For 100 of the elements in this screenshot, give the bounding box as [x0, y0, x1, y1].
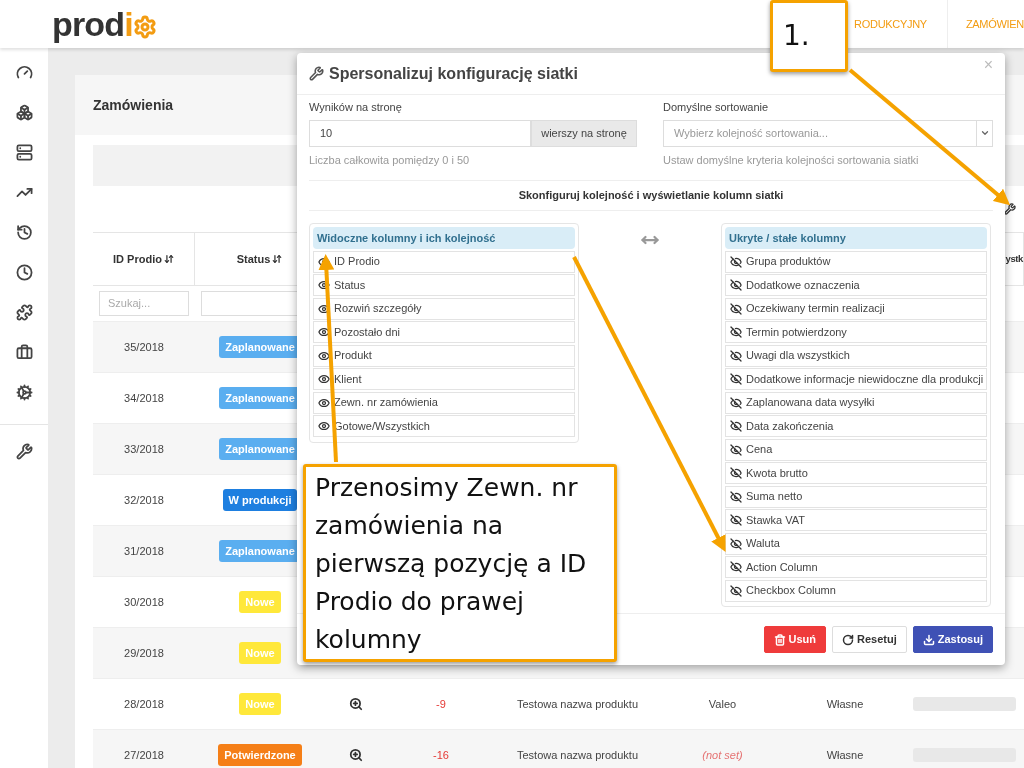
status-badge: Nowe — [239, 641, 281, 665]
dialog-button[interactable]: Usuń — [763, 626, 826, 653]
column-item[interactable]: Data zakończenia — [725, 415, 987, 437]
column-label: Grupa produktów — [746, 254, 831, 270]
column-item[interactable]: Dodatkowe oznaczenia — [725, 274, 987, 296]
dialog-button[interactable]: Resetuj — [832, 626, 907, 653]
step-callout: 1. — [770, 0, 848, 72]
column-label: Oczekiwany termin realizacji — [746, 301, 885, 317]
table-cell-text: 32/2018 — [124, 492, 164, 508]
table-cell-text: Własne — [826, 747, 864, 763]
column-label: Zaplanowana data wysyłki — [746, 395, 875, 411]
column-label: Produkt — [334, 348, 372, 364]
table-cell-text: 31/2018 — [124, 543, 164, 559]
wrench-icon[interactable] — [15, 443, 33, 460]
zoom-icon[interactable] — [349, 748, 363, 762]
column-item[interactable]: Zaplanowana data wysyłki — [725, 391, 987, 414]
column-item[interactable]: Klient — [313, 368, 575, 390]
column-header[interactable]: ID Prodio — [113, 250, 174, 268]
status-badge: Nowe — [239, 692, 281, 716]
column-item[interactable]: Termin potwierdzony — [725, 321, 987, 343]
column-item[interactable]: Kwota brutto — [725, 462, 987, 484]
briefcase-icon[interactable] — [15, 344, 33, 361]
column-label: Dodatkowe informacje niewidoczne dla produkcji — [746, 371, 984, 387]
table-cell-text: 33/2018 — [124, 441, 164, 457]
table-cell-text: (not set) — [702, 747, 743, 763]
column-label: Cena — [746, 442, 773, 458]
column-item[interactable]: Status — [313, 274, 575, 296]
note-callout: Przenosimy Zewn. nr zamówienia na pierwszą pozycję a ID Prodio do prawej kolumny — [303, 464, 617, 662]
clock-icon[interactable] — [15, 264, 33, 281]
boxes-icon[interactable] — [15, 104, 33, 121]
table-cell-text: 28/2018 — [124, 696, 164, 712]
column-list-title: Widoczne kolumny i ich kolejność — [313, 227, 575, 249]
column-item[interactable]: Action Column — [725, 556, 987, 578]
logo: prodi — [52, 7, 157, 41]
column-label: Gotowe/Wszystkich — [334, 418, 430, 434]
table-cell-text: Valeo — [708, 696, 737, 712]
column-item[interactable]: Checkbox Column — [725, 579, 987, 602]
column-item[interactable]: Gotowe/Wszystkich — [313, 415, 575, 437]
status-badge: W produkcji — [222, 488, 298, 512]
table-cell-text: 35/2018 — [124, 339, 164, 355]
server-icon[interactable] — [15, 144, 33, 161]
column-label: Waluta — [746, 536, 780, 552]
column-item[interactable]: Dodatkowe informacje niewidoczne dla produkcji — [725, 368, 987, 390]
table-cell-text: 27/2018 — [124, 747, 164, 763]
column-header[interactable]: ystk — [1005, 251, 1023, 267]
column-item[interactable]: Grupa produktów — [725, 250, 987, 273]
puzzle-icon[interactable] — [15, 304, 33, 321]
help-text: Ustaw domyślne kryteria kolejności sortowania siatki — [663, 152, 920, 168]
table-cell-text: Testowa nazwa produktu — [516, 696, 639, 712]
table-cell-text: 30/2018 — [124, 594, 164, 610]
zoom-icon[interactable] — [349, 697, 363, 711]
column-label: Rozwiń szczegóły — [334, 301, 422, 317]
column-label: Uwagi dla wszystkich — [746, 348, 850, 364]
column-label: Checkbox Column — [746, 583, 836, 599]
column-item[interactable]: Uwagi dla wszystkich — [725, 344, 987, 367]
column-header[interactable]: Status — [236, 250, 283, 268]
column-label: Status — [334, 277, 366, 293]
column-label: Kwota brutto — [746, 465, 808, 481]
status-badge: Potwierdzone — [218, 743, 302, 767]
per-page-field[interactable]: 10 — [309, 119, 531, 147]
column-item[interactable]: Stawka VAT — [725, 509, 987, 531]
dialog-button[interactable]: Zastosuj — [912, 626, 993, 653]
column-label: Data zakończenia — [746, 418, 834, 434]
wrench-icon[interactable] — [1004, 203, 1016, 215]
history-icon[interactable] — [15, 224, 33, 241]
gear-icon — [132, 15, 157, 39]
section-title: Skonfiguruj kolejność i wyświetlanie kolumn siatki — [518, 188, 784, 204]
column-item[interactable]: Waluta — [725, 532, 987, 555]
column-item[interactable]: Produkt — [313, 344, 575, 367]
caret-icon — [979, 128, 990, 138]
column-label: Action Column — [746, 559, 818, 575]
column-label: Stawka VAT — [746, 512, 805, 528]
field-addon: wierszy na stronę — [531, 119, 637, 147]
column-item[interactable]: Oczekiwany termin realizacji — [725, 297, 987, 320]
column-label: Pozostało dni — [334, 324, 401, 340]
dialog-title: Spersonalizuj konfigurację siatki — [329, 63, 578, 84]
status-badge: Nowe — [239, 590, 281, 614]
refresh-icon — [842, 633, 854, 646]
column-label: Termin potwierdzony — [746, 324, 847, 340]
column-item[interactable]: Cena — [725, 438, 987, 461]
field-label: Wyników na stronę — [309, 100, 403, 115]
column-label: Klient — [334, 371, 362, 387]
column-item[interactable]: ID Prodio — [313, 250, 575, 273]
column-list-title: Ukryte / stałe kolumny — [725, 227, 987, 249]
table-cell-text: Własne — [826, 696, 864, 712]
column-label: Suma netto — [746, 489, 803, 505]
column-item[interactable]: Suma netto — [725, 485, 987, 508]
download-icon — [922, 633, 935, 646]
column-label: ID Prodio — [334, 254, 380, 270]
column-item[interactable]: Rozwiń szczegóły — [313, 297, 575, 320]
table-cell-text: Testowa nazwa produktu — [516, 747, 639, 763]
column-label: Dodatkowe oznaczenia — [746, 277, 860, 293]
field-label: Domyślne sortowanie — [663, 100, 770, 115]
table-cell-text: 34/2018 — [124, 390, 164, 406]
table-cell-text: -16 — [433, 747, 449, 763]
column-item[interactable]: Pozostało dni — [313, 321, 575, 343]
gauge-icon[interactable] — [15, 64, 33, 81]
table-cell-text: -9 — [436, 696, 446, 712]
table-cell-text: 29/2018 — [124, 645, 164, 661]
card-title: Zamówienia — [93, 95, 174, 115]
